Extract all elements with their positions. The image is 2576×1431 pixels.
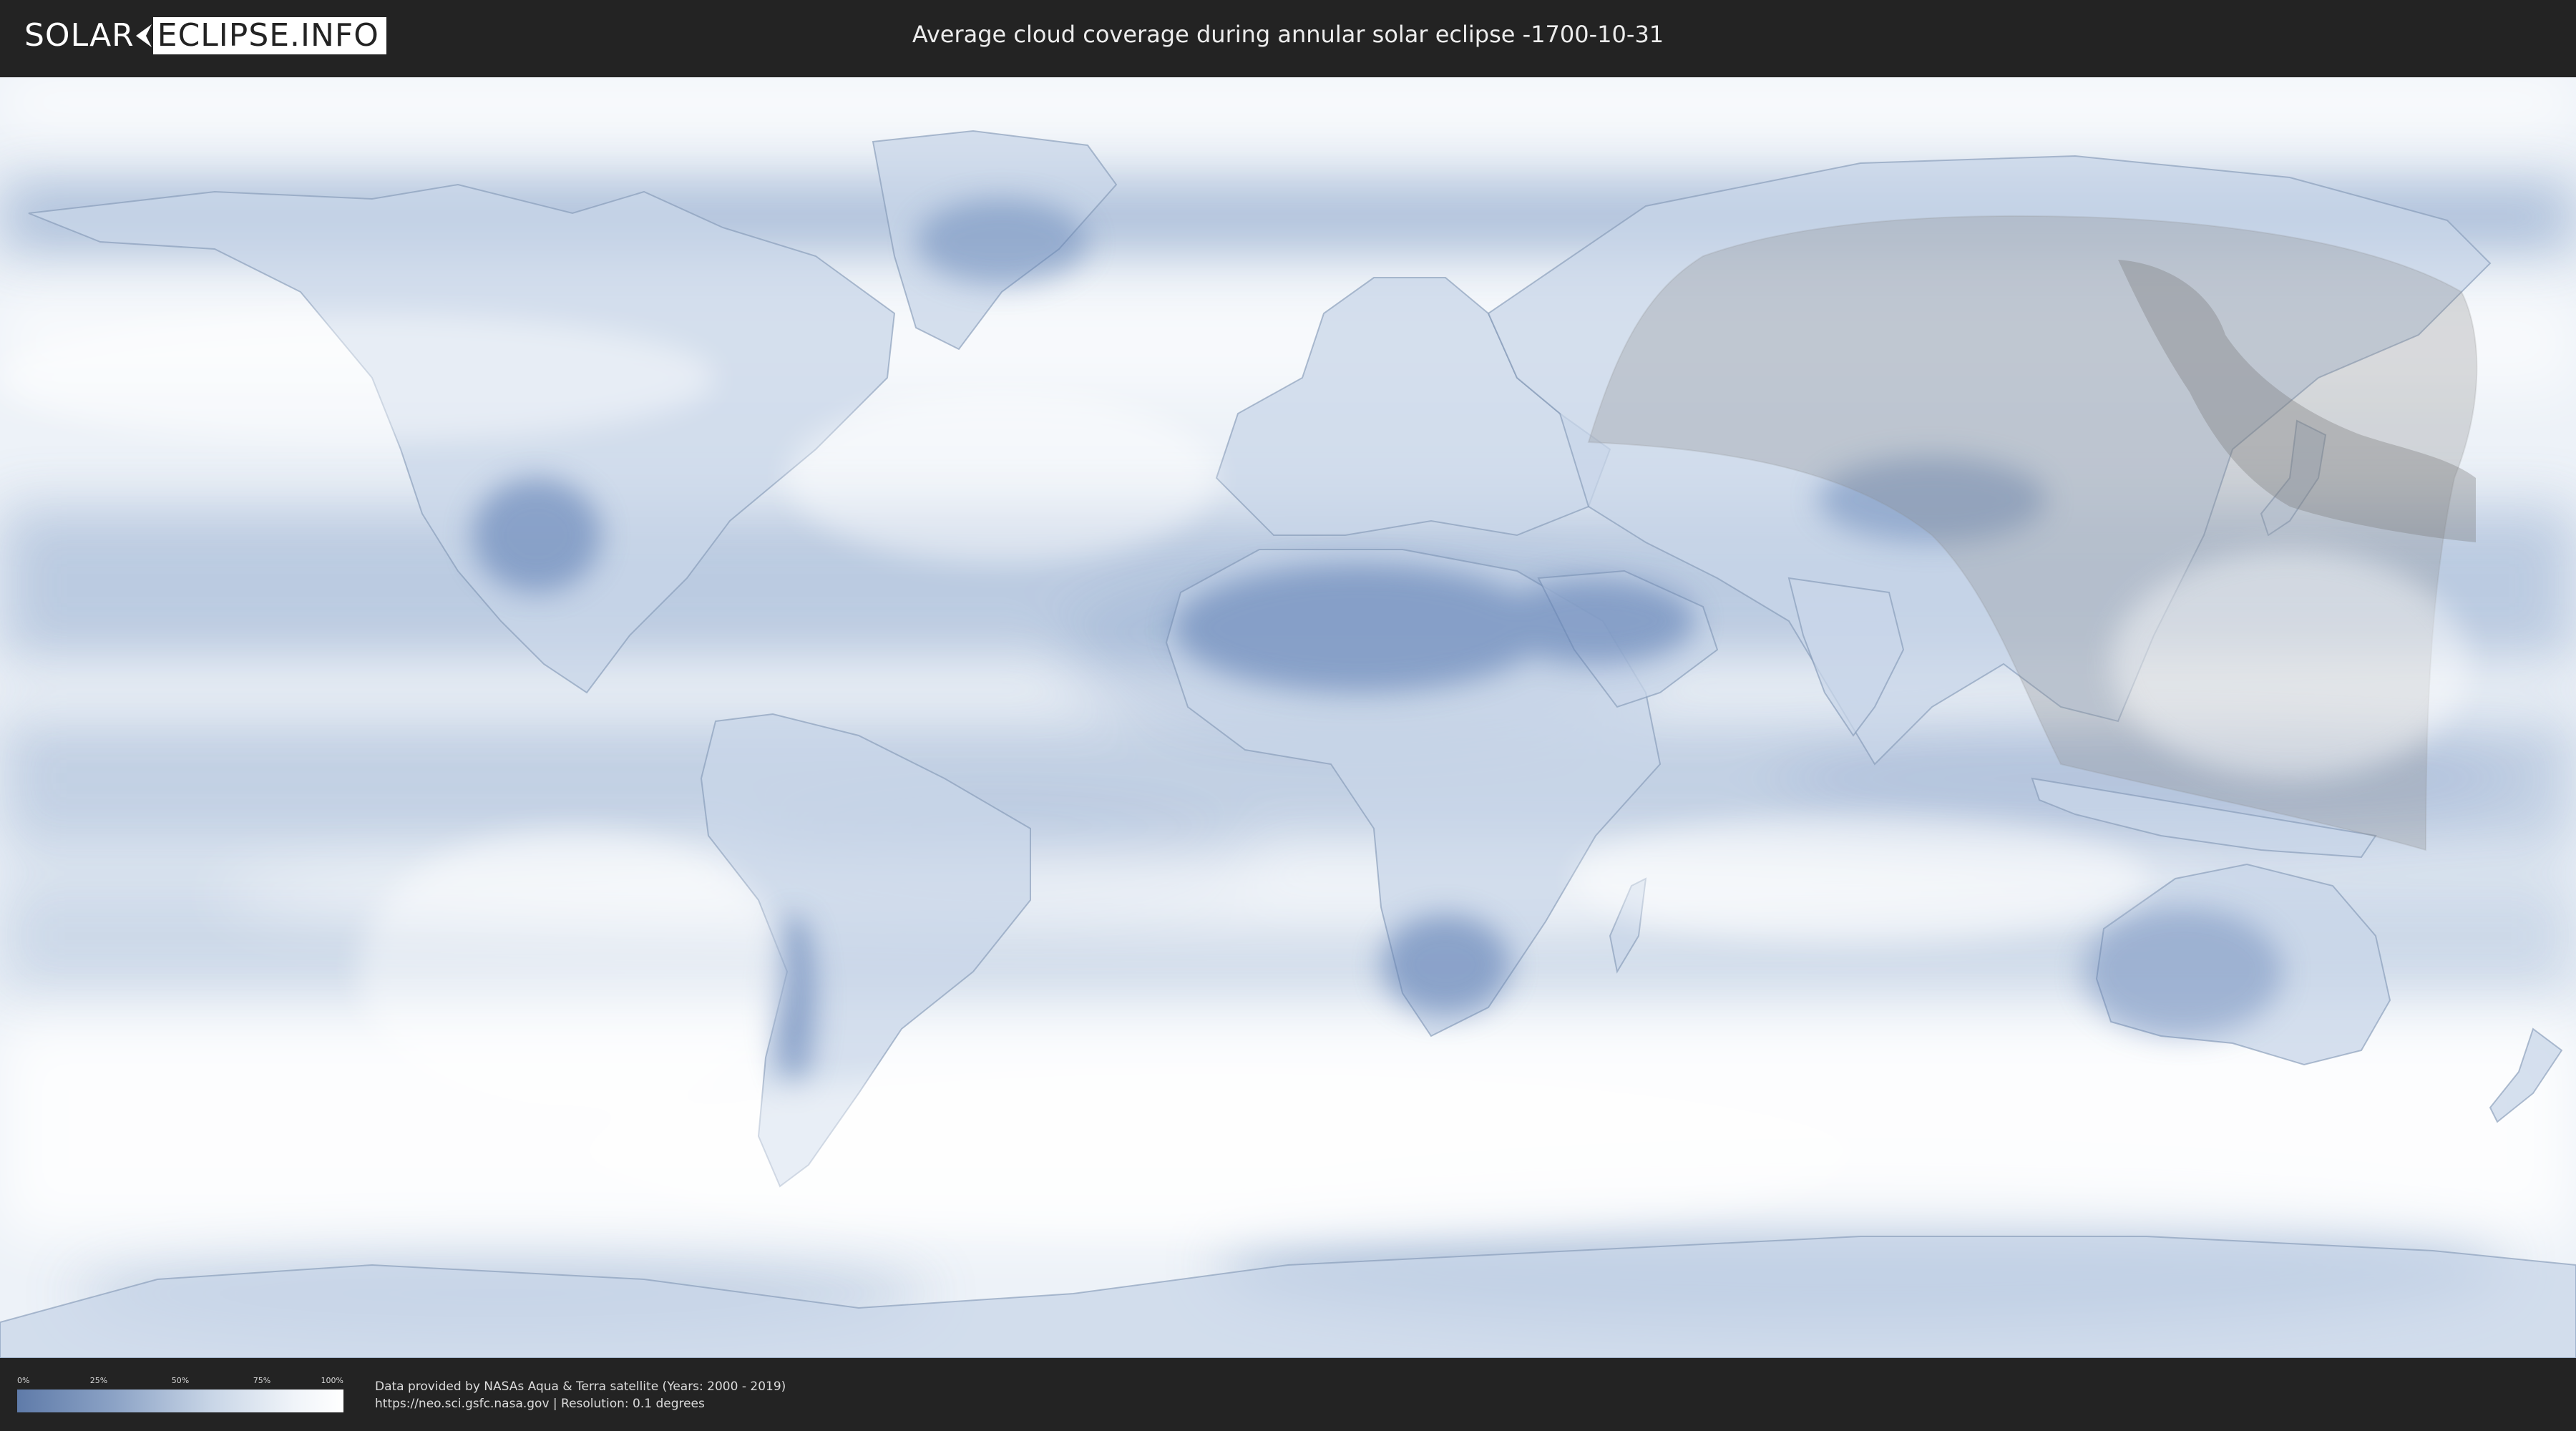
cloud-coverage-scale-bar [17,1390,343,1412]
cloud-scale-ticks: 0% 25% 50% 75% 100% [17,1375,343,1387]
world-map [0,77,2576,1358]
page-title: Average cloud coverage during annular so… [912,21,1664,48]
tick-label-75: 75% [253,1376,271,1385]
tick-label-50: 50% [171,1376,190,1385]
data-credit-text: Data provided by NASAs Aqua & Terra sate… [375,1379,786,1394]
cloud-coverage-map[interactable] [0,77,2576,1358]
footer-bar: 0% 25% 50% 75% 100% Data provided by NAS… [0,1359,2576,1431]
header-bar: SOLAR ECLIPSE.INFO Average cloud coverag… [0,0,2576,72]
tick-label-100: 100% [321,1376,343,1385]
tick-label-0: 0% [17,1376,30,1385]
tick-label-25: 25% [89,1376,108,1385]
data-source-link[interactable]: https://neo.sci.gsfc.nasa.gov | Resoluti… [375,1395,705,1412]
